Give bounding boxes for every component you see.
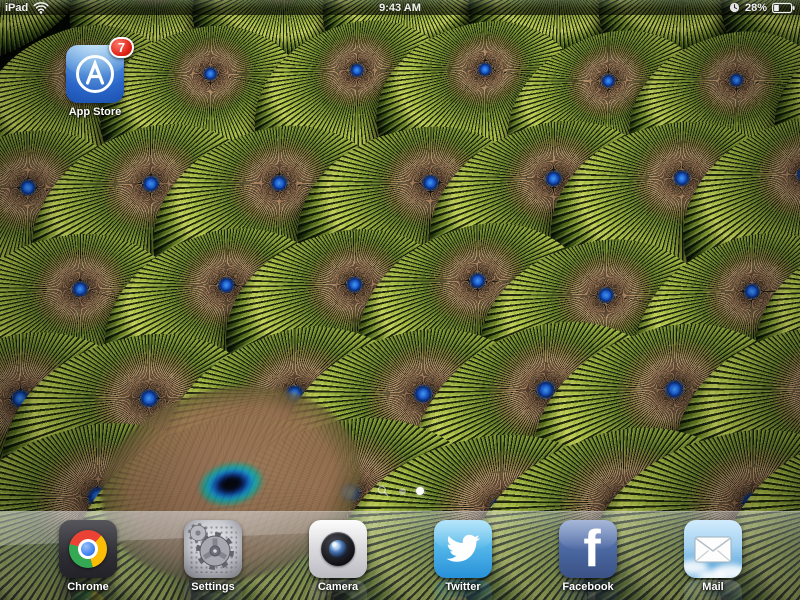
dock-app-camera[interactable]: Camera (309, 520, 367, 600)
dock: Chrome (0, 511, 800, 600)
app-label: App Store (40, 106, 150, 118)
chrome-logo (69, 530, 107, 568)
camera-icon[interactable] (309, 520, 367, 578)
ipad-home-screen: iPad 9:43 AM 28% (0, 0, 800, 600)
dock-app-settings[interactable]: Settings (184, 520, 242, 600)
mail-icon[interactable] (684, 520, 742, 578)
dock-label: Facebook (533, 581, 643, 593)
spotlight-search-icon[interactable] (377, 485, 389, 497)
small-gear-icon (190, 525, 206, 541)
dock-app-twitter[interactable]: Twitter (434, 520, 492, 600)
dock-label: Mail (658, 581, 768, 593)
dock-label: Twitter (408, 581, 518, 593)
dock-app-facebook[interactable]: f Facebook f (559, 520, 617, 600)
chrome-icon[interactable] (59, 520, 117, 578)
page-dot-2-current[interactable] (416, 487, 424, 495)
facebook-icon[interactable]: f (559, 520, 617, 578)
dock-app-chrome[interactable]: Chrome (59, 520, 117, 600)
twitter-icon[interactable] (434, 520, 492, 578)
status-clock: 9:43 AM (0, 2, 800, 14)
facebook-f-glyph: f (559, 520, 617, 578)
settings-icon[interactable] (184, 520, 242, 578)
envelope (684, 520, 742, 578)
dock-label: Chrome (33, 581, 143, 593)
twitter-bird (445, 531, 481, 567)
app-icon-app-store[interactable]: 7 App Store (66, 45, 124, 125)
dock-label: Settings (158, 581, 268, 593)
alarm-clock-icon (729, 2, 740, 13)
page-indicator (0, 484, 800, 498)
dock-app-mail[interactable]: Mail (684, 520, 742, 600)
camera-lens (321, 592, 355, 600)
page-dot-1[interactable] (399, 488, 406, 495)
status-bar: iPad 9:43 AM 28% (0, 0, 800, 15)
camera-lens (321, 532, 355, 566)
battery-percent: 28% (745, 2, 767, 14)
battery-icon (772, 2, 796, 14)
notification-badge: 7 (109, 37, 134, 58)
dock-label: Camera (283, 581, 393, 593)
